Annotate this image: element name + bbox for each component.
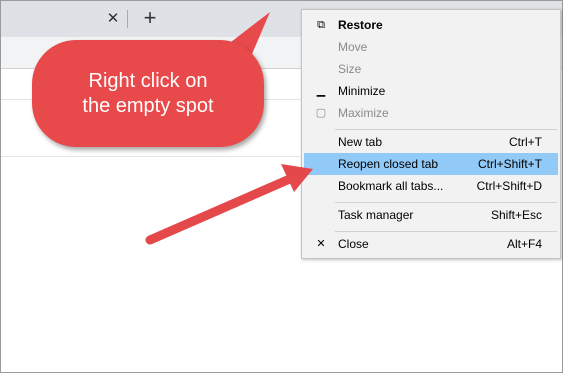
arrow-shaft [145, 173, 297, 245]
callout-line-1: Right click on [88, 70, 208, 92]
callout-text: Right click on the empty spot [32, 69, 264, 119]
callout-line-2: the empty spot [82, 95, 214, 117]
